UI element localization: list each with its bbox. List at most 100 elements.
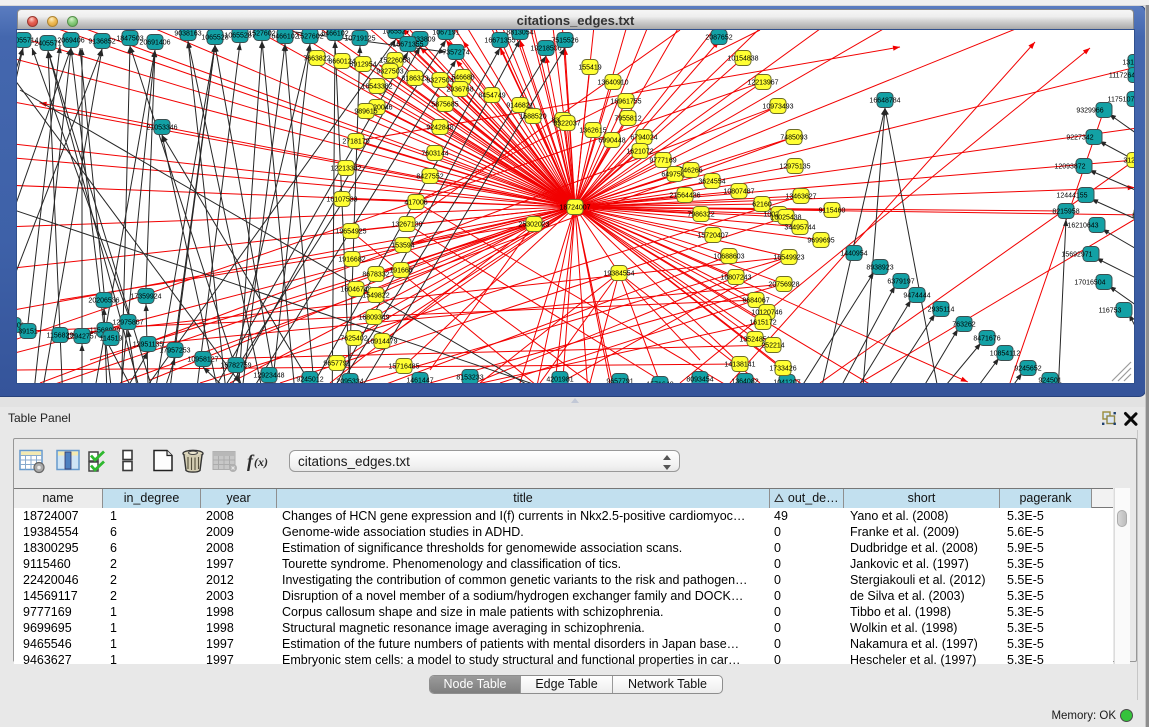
svg-text:25302023: 25302023 — [518, 221, 549, 228]
svg-text:2935114: 2935114 — [928, 306, 955, 313]
svg-text:8153233: 8153233 — [456, 374, 483, 381]
svg-text:13463627: 13463627 — [785, 193, 816, 200]
svg-text:21053346: 21053346 — [146, 124, 177, 131]
svg-text:9242848: 9242848 — [426, 124, 453, 131]
svg-text:16648784: 16648784 — [869, 97, 900, 104]
svg-text:3624554: 3624554 — [698, 178, 725, 185]
svg-text:19218506: 19218506 — [530, 45, 561, 52]
svg-text:16914479: 16914479 — [366, 338, 397, 345]
svg-text:62160: 62160 — [752, 201, 772, 208]
svg-text:16782759: 16782759 — [220, 362, 251, 369]
svg-text:1571648: 1571648 — [646, 381, 673, 383]
svg-text:8215958: 8215958 — [1052, 208, 1079, 215]
svg-text:9245012: 9245012 — [296, 376, 323, 383]
svg-text:16107533: 16107533 — [326, 196, 357, 203]
svg-text:1362615: 1362615 — [579, 127, 606, 134]
svg-text:10688603: 10688603 — [713, 253, 744, 260]
svg-text:7485093: 7485093 — [780, 134, 807, 141]
svg-text:16671355: 16671355 — [484, 37, 515, 44]
svg-text:153594: 153594 — [391, 242, 414, 249]
svg-text:8093454: 8093454 — [686, 376, 713, 383]
svg-text:8678332: 8678332 — [362, 271, 389, 278]
svg-text:(x): (x) — [254, 455, 268, 469]
svg-text:20206536: 20206536 — [88, 297, 119, 304]
svg-text:9699695: 9699695 — [807, 237, 834, 244]
svg-text:8186323: 8186323 — [401, 75, 428, 82]
svg-text:6794024: 6794024 — [630, 134, 657, 141]
svg-text:1312546: 1312546 — [1122, 59, 1134, 66]
svg-text:18724007: 18724007 — [559, 204, 590, 211]
svg-text:8427552: 8427552 — [416, 173, 443, 180]
svg-text:10719125: 10719125 — [344, 35, 375, 42]
svg-text:6990448: 6990448 — [598, 137, 625, 144]
svg-text:114519: 114519 — [100, 335, 123, 342]
svg-text:191668: 191668 — [389, 267, 412, 274]
svg-text:8322037: 8322037 — [553, 120, 580, 127]
svg-text:7515526: 7515526 — [551, 37, 578, 44]
svg-text:116753: 116753 — [1099, 307, 1122, 314]
svg-text:12975867: 12975867 — [112, 319, 143, 326]
svg-text:1588520: 1588520 — [519, 113, 546, 120]
svg-text:10807487: 10807487 — [723, 188, 754, 195]
svg-text:16809349: 16809349 — [358, 314, 389, 321]
svg-text:2087652: 2087652 — [705, 34, 732, 41]
svg-text:16961755: 16961755 — [610, 98, 641, 105]
svg-text:9327503: 9327503 — [376, 68, 403, 75]
svg-text:2069406: 2069406 — [57, 37, 84, 44]
svg-text:989615: 989615 — [354, 108, 377, 115]
svg-text:8912954: 8912954 — [349, 61, 376, 68]
svg-text:17016504: 17016504 — [1074, 279, 1105, 286]
svg-text:9327504: 9327504 — [426, 77, 453, 84]
svg-text:17957253: 17957253 — [159, 347, 190, 354]
svg-text:6466102: 6466102 — [271, 33, 298, 40]
svg-text:6379197: 6379197 — [887, 278, 914, 285]
svg-text:8454749: 8454749 — [478, 92, 505, 99]
svg-text:18807243: 18807243 — [720, 274, 751, 281]
svg-text:9474444: 9474444 — [903, 292, 930, 299]
svg-text:16543382: 16543382 — [361, 83, 392, 90]
svg-text:8813054: 8813054 — [506, 30, 533, 36]
svg-text:312205: 312205 — [1123, 157, 1134, 164]
svg-text:17359924: 17359924 — [130, 293, 161, 300]
svg-text:10973493: 10973493 — [762, 103, 793, 110]
svg-text:12213382: 12213382 — [330, 165, 361, 172]
svg-text:15692971: 15692971 — [1061, 251, 1092, 258]
svg-text:924501: 924501 — [1038, 377, 1061, 383]
svg-text:8471676: 8471676 — [973, 335, 1000, 342]
svg-text:20756928: 20756928 — [768, 281, 799, 288]
svg-text:13640910: 13640910 — [597, 79, 628, 86]
svg-text:84621: 84621 — [1132, 212, 1134, 219]
svg-text:10854112: 10854112 — [990, 350, 1021, 357]
svg-text:1615172: 1615172 — [749, 319, 776, 326]
svg-text:9245652: 9245652 — [1014, 365, 1041, 372]
svg-text:2095334: 2095334 — [336, 378, 363, 383]
svg-text:252214: 252214 — [761, 342, 784, 349]
svg-text:7955812: 7955812 — [614, 115, 641, 122]
svg-text:39151: 39151 — [18, 328, 38, 335]
svg-text:9777169: 9777169 — [649, 157, 676, 164]
svg-text:20691406: 20691406 — [139, 39, 170, 46]
svg-text:1621072: 1621072 — [626, 148, 653, 155]
svg-text:9657791: 9657791 — [323, 360, 350, 367]
svg-text:9657791: 9657791 — [606, 378, 633, 383]
svg-text:8938923: 8938923 — [866, 264, 893, 271]
svg-text:7625402: 7625402 — [340, 335, 367, 342]
svg-text:1067191: 1067191 — [432, 30, 459, 36]
svg-text:763262: 763262 — [952, 321, 975, 328]
svg-text:1364082: 1364082 — [731, 378, 758, 383]
svg-text:12093872: 12093872 — [1054, 163, 1085, 170]
svg-text:7603144: 7603144 — [421, 150, 448, 157]
svg-text:9038163: 9038163 — [174, 30, 201, 37]
svg-text:1733426: 1733426 — [769, 365, 796, 372]
svg-text:7357274: 7357274 — [442, 49, 469, 56]
svg-text:16671355: 16671355 — [392, 41, 423, 48]
svg-text:15716485: 15716485 — [388, 363, 419, 370]
svg-text:1440954: 1440954 — [840, 250, 867, 257]
svg-text:1041207: 1041207 — [773, 379, 800, 383]
svg-text:1065527: 1065527 — [382, 30, 409, 35]
svg-text:9227342: 9227342 — [1066, 134, 1093, 141]
svg-text:34495744: 34495744 — [784, 224, 815, 231]
svg-text:9136852: 9136852 — [88, 38, 115, 45]
svg-text:9684067: 9684067 — [742, 297, 769, 304]
svg-text:1916682: 1916682 — [338, 256, 365, 263]
